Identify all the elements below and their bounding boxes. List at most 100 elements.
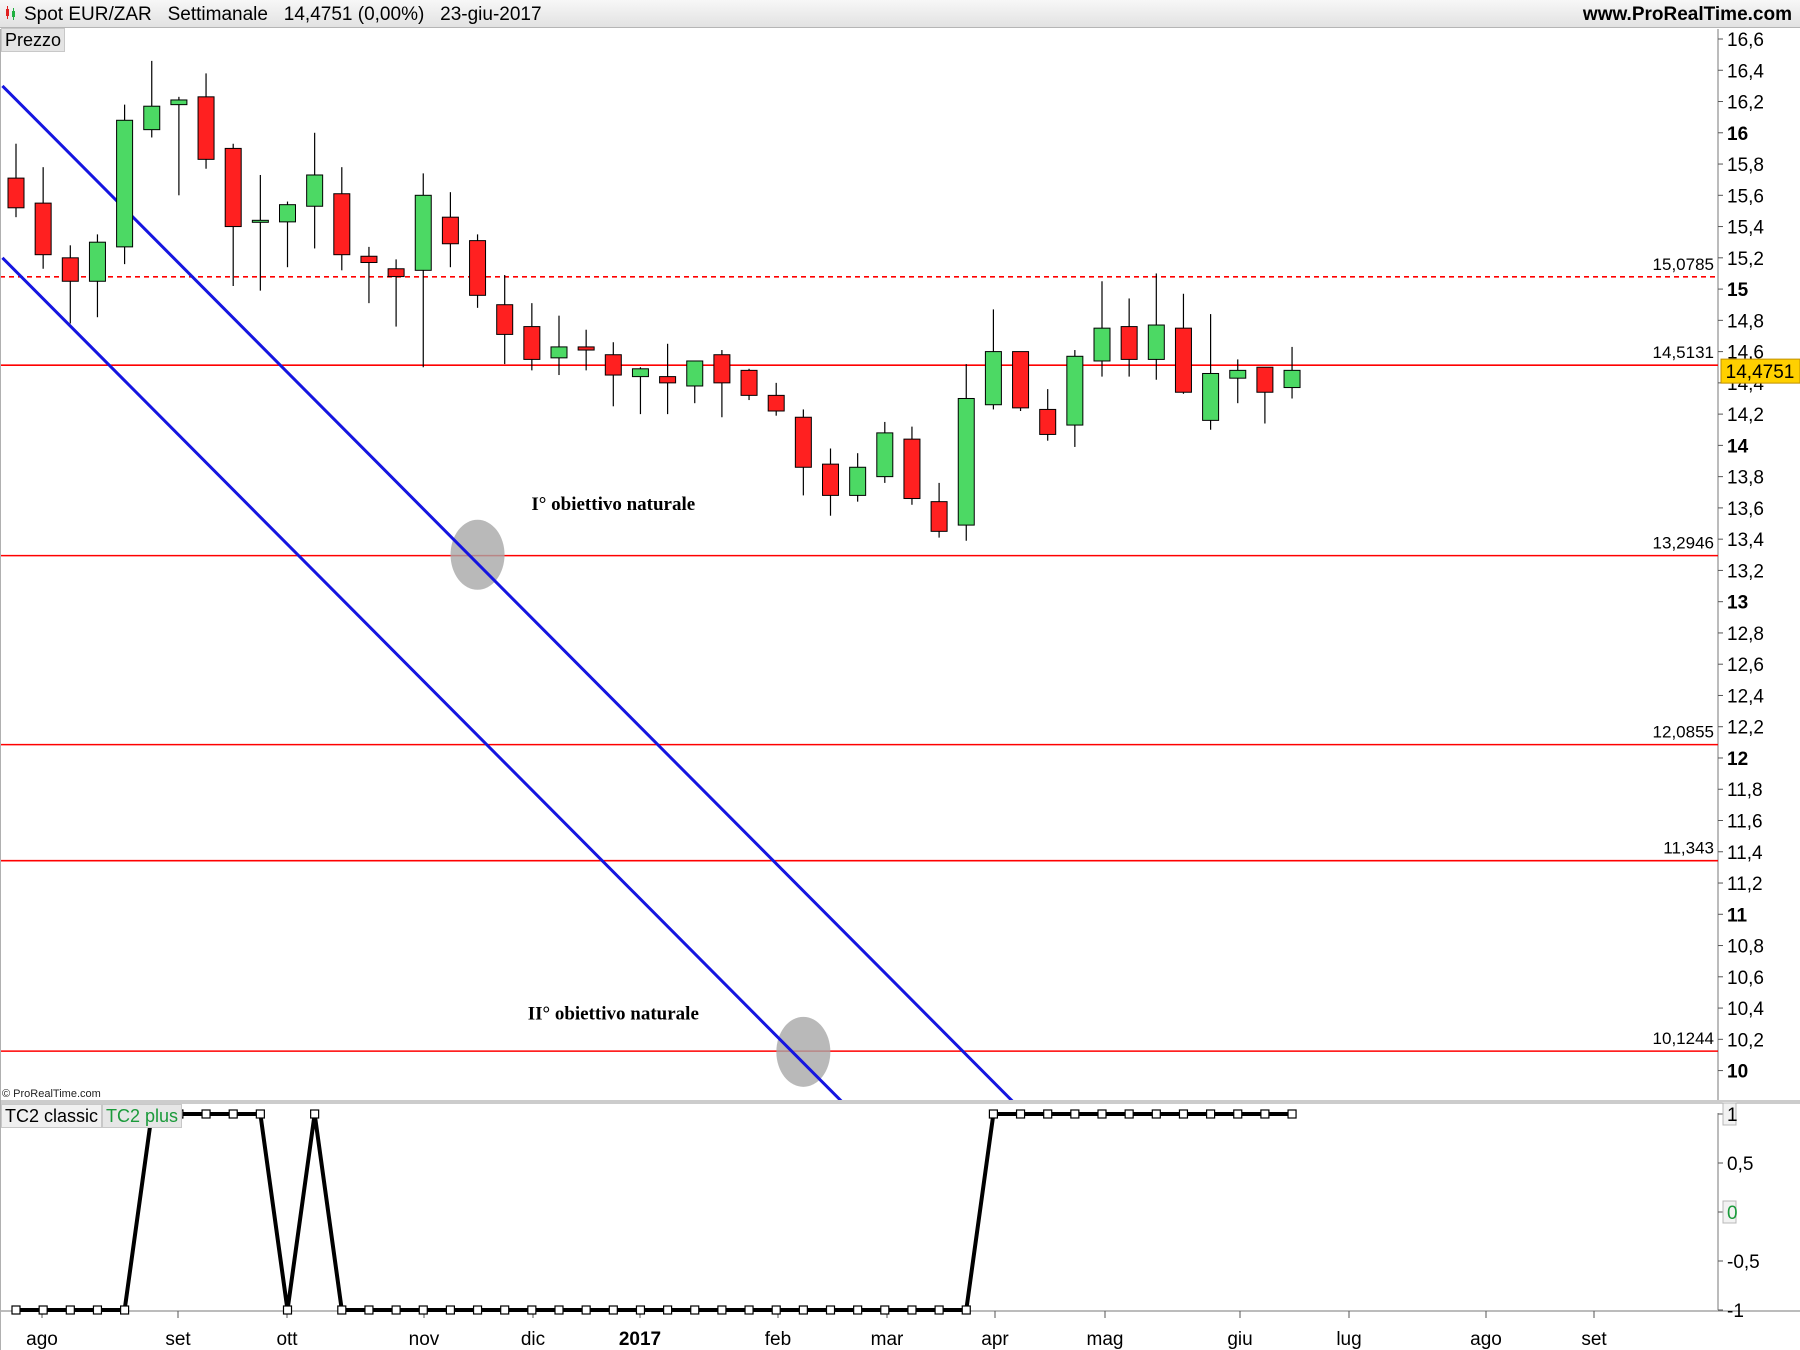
y-tick-label: 12: [1727, 749, 1748, 770]
y-tick-label: 12,4: [1727, 686, 1764, 707]
candle-down: [197, 96, 215, 160]
tc2-point: [662, 1305, 673, 1315]
y-tick-label: 14,8: [1727, 311, 1764, 332]
tc2-point: [38, 1305, 48, 1315]
y-tick-label: 11,8: [1727, 780, 1763, 801]
candle-down: [360, 255, 378, 264]
y-tick-label: 10: [1727, 1062, 1748, 1083]
candle-up: [279, 204, 296, 223]
y-tick-label: 11,2: [1727, 874, 1763, 895]
candle-down: [387, 268, 405, 278]
tc2-point: [1205, 1109, 1216, 1119]
candle-down: [523, 326, 541, 360]
x-tick-label: 2017: [619, 1329, 661, 1350]
tc2-point: [1260, 1109, 1270, 1119]
y-tick-label: 13: [1727, 593, 1748, 614]
tc2-point: [1097, 1109, 1107, 1119]
current-price-label: 14,4751: [1726, 362, 1795, 383]
tc2-point: [364, 1305, 374, 1315]
candle-down: [1012, 351, 1030, 409]
y-tick-label: 11: [1727, 905, 1748, 926]
y-tick-label: 14,2: [1727, 405, 1764, 426]
price-plot: [1, 60, 1718, 1100]
tc2-point: [934, 1305, 944, 1315]
tc2-point: [798, 1305, 808, 1315]
candle-up: [1229, 369, 1247, 379]
tc2-point: [1043, 1109, 1053, 1119]
tc2-point: [255, 1109, 265, 1119]
tab-tc2-classic[interactable]: TC2 classic: [1, 1104, 103, 1128]
x-tick-label: lug: [1336, 1329, 1361, 1350]
tc2-point: [1178, 1109, 1189, 1119]
candle-down: [333, 193, 351, 256]
candle-up: [251, 219, 269, 223]
candle-up: [876, 432, 894, 478]
candle-down: [713, 354, 731, 384]
candle-up: [957, 397, 975, 526]
tc2-point: [418, 1305, 428, 1315]
level-label: 14,5131: [1653, 343, 1714, 362]
candle-down: [930, 501, 948, 532]
annotation-text: II° obiettivo naturale: [528, 1004, 699, 1025]
target-marker: [776, 1016, 831, 1087]
chart-svg[interactable]: 16,616,416,21615,815,615,415,21514,814,6…: [0, 0, 1800, 1350]
price-panel-label[interactable]: Prezzo: [1, 28, 66, 52]
tab-tc2-plus[interactable]: TC2 plus: [102, 1104, 183, 1128]
indicator-tick-label: 0,5: [1727, 1154, 1753, 1175]
tc2-point: [554, 1305, 564, 1315]
candle-down: [496, 304, 514, 335]
y-tick-label: 11,4: [1727, 843, 1763, 864]
level-label: 15,0785: [1653, 255, 1714, 274]
y-tick-label: 14: [1727, 436, 1749, 457]
tc2-point: [988, 1109, 999, 1119]
candle-up: [170, 99, 188, 106]
tc2-point: [717, 1305, 727, 1315]
tc2-point: [527, 1305, 537, 1315]
candle-down: [61, 257, 79, 282]
y-tick-label: 11,6: [1727, 812, 1763, 833]
candle-up: [88, 241, 106, 282]
y-tick-label: 13,8: [1727, 468, 1764, 489]
x-tick-label: giu: [1227, 1329, 1252, 1350]
y-tick-label: 15,4: [1727, 218, 1764, 239]
target-marker: [450, 519, 505, 590]
tc2-point: [228, 1109, 238, 1119]
y-tick-label: 16,4: [1727, 61, 1764, 82]
candle-up: [1283, 369, 1301, 389]
tc2-point: [771, 1305, 781, 1315]
y-tick-label: 10,2: [1727, 1030, 1764, 1051]
y-tick-label: 10,6: [1727, 968, 1764, 989]
candle-down: [1120, 326, 1138, 360]
indicator-tick-label: -1: [1727, 1301, 1744, 1322]
x-tick-label: ago: [1470, 1329, 1502, 1350]
indicator-tabs: TC2 classic TC2 plus: [1, 1104, 183, 1128]
tc2-point: [907, 1305, 917, 1315]
candle-up: [686, 360, 704, 387]
tc2-point: [337, 1305, 347, 1315]
candle-down: [441, 216, 459, 245]
copyright-text: © ProRealTime.com: [2, 1088, 101, 1100]
tc2-point: [472, 1305, 483, 1315]
candle-up: [1147, 324, 1165, 360]
tc2-point: [1151, 1109, 1161, 1119]
candle-up: [984, 351, 1002, 406]
indicator-tick-label: 1: [1727, 1105, 1738, 1126]
level-label: 11,343: [1663, 839, 1714, 858]
candle-down: [1039, 408, 1057, 435]
x-tick-label: nov: [409, 1329, 440, 1350]
y-tick-label: 15,6: [1727, 186, 1764, 207]
x-tick-label: ott: [276, 1329, 298, 1350]
y-tick-label: 13,2: [1727, 561, 1764, 582]
y-tick-label: 12,8: [1727, 624, 1764, 645]
y-tick-label: 16,6: [1727, 30, 1764, 51]
tc2-point: [1070, 1109, 1080, 1119]
candle-down: [903, 438, 921, 500]
candle-up: [143, 105, 161, 131]
tc2-point: [310, 1109, 320, 1119]
y-tick-label: 15,2: [1727, 249, 1764, 270]
x-tick-label: apr: [981, 1329, 1009, 1350]
tc2-point: [853, 1305, 863, 1315]
candle-up: [849, 466, 867, 496]
tc2-point: [119, 1305, 130, 1315]
x-tick-label: mag: [1087, 1329, 1124, 1350]
